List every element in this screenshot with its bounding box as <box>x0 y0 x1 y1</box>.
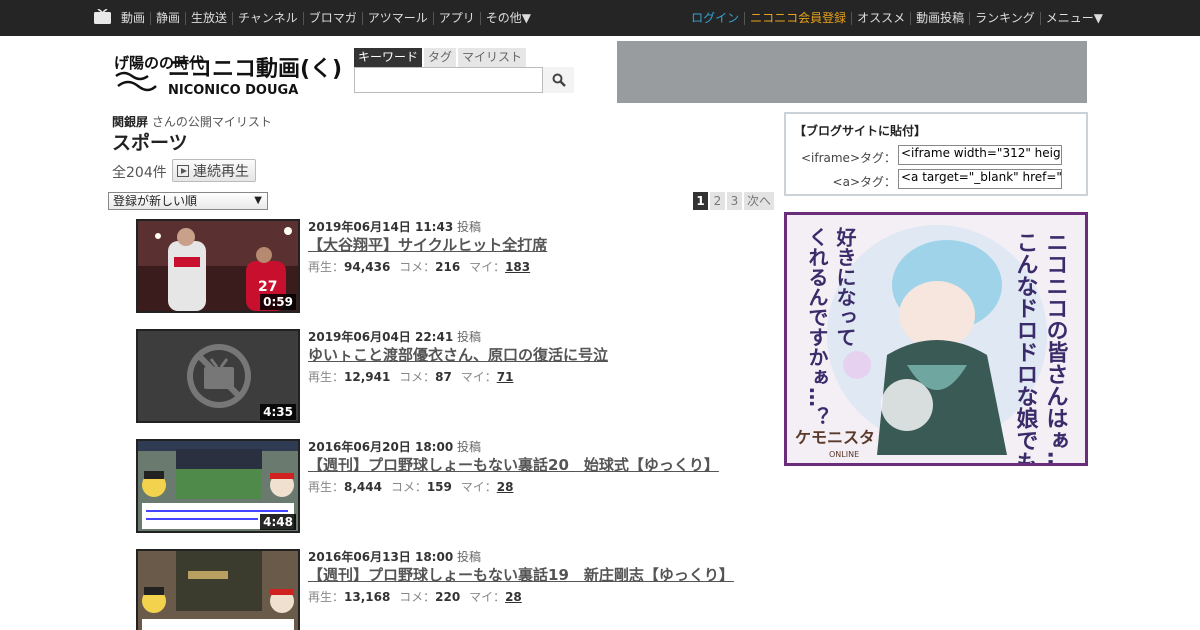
service-nav: 動画 静画 生放送 チャンネル ブロマガ アツマール アプリ その他▼ <box>116 0 536 36</box>
ad-copy-line4: くれるんですかぁ…？ <box>805 227 829 427</box>
video-meta: 2019年06月04日 22:41 投稿 ゆいㇳこと渡部優衣さん、原口の復活に号… <box>308 329 748 385</box>
search-tabs: キーワード タグ マイリスト <box>354 48 528 67</box>
search-box <box>354 67 574 93</box>
video-stats: 再生：13,168 コメ：220 マイ：28 <box>308 590 522 604</box>
video-title-link[interactable]: ゆいㇳこと渡部優衣さん、原口の復活に号泣 <box>308 346 748 365</box>
search-icon <box>552 73 566 87</box>
nav-blomaga[interactable]: ブロマガ <box>302 11 362 25</box>
nav-app[interactable]: アプリ <box>432 11 480 25</box>
site-logo[interactable]: げ陽のの時代 ニコニコ動画(く) NICONICO DOUGA <box>112 48 348 98</box>
register-link[interactable]: ニコニコ会員登録 <box>744 11 851 25</box>
nav-seiga[interactable]: 静画 <box>150 11 185 25</box>
nav-atsumaru[interactable]: アツマール <box>361 11 433 25</box>
owner-link[interactable]: 関銀屏 <box>112 115 148 129</box>
video-meta: 2019年06月14日 11:43 投稿 【大谷翔平】サイクルヒット全打席 再生… <box>308 219 748 275</box>
video-thumbnail[interactable]: 4:35 <box>136 329 300 423</box>
nav-ranking[interactable]: ランキング <box>969 11 1040 25</box>
mylist-count-link[interactable]: 183 <box>505 260 530 274</box>
global-nav-inner: 動画 静画 生放送 チャンネル ブロマガ アツマール アプリ その他▼ ログイン… <box>94 0 1108 36</box>
page-3[interactable]: 3 <box>727 192 742 210</box>
iframe-embed-field[interactable]: <iframe width="312" height="1 <box>898 145 1062 165</box>
a-embed-field[interactable]: <a target="_blank" href="https <box>898 169 1062 189</box>
video-title-link[interactable]: 【週刊】プロ野球しょーもない裏話19 新庄剛志【ゆっくり】 <box>308 566 748 585</box>
view-count: 94,436 <box>344 260 391 274</box>
sort-selected: 登録が新しい順 <box>113 194 198 208</box>
comment-count: 216 <box>435 260 461 274</box>
video-date: 2016年06月20日 18:00 投稿 <box>308 440 482 454</box>
logo-main-text: ニコニコ動画(く) <box>168 57 342 82</box>
continuous-play-label: 連続再生 <box>193 163 249 180</box>
video-duration: 4:48 <box>260 514 296 530</box>
svg-text:27: 27 <box>258 279 277 295</box>
mylist-count-link[interactable]: 28 <box>505 590 522 604</box>
page-1[interactable]: 1 <box>693 192 708 210</box>
page-next[interactable]: 次へ <box>744 192 775 210</box>
view-count: 8,444 <box>344 480 382 494</box>
video-duration: 4:35 <box>260 404 296 420</box>
ad-copy-line3: 好きになって <box>833 226 857 347</box>
game-ad-artwork: ニコニコの皆さんはぁ… こんなドロドロな娘でも… 好きになって くれるんですかぁ… <box>787 215 1085 463</box>
logo-sub-text: NICONICO DOUGA <box>168 83 298 98</box>
a-embed-label: <a>タグ： <box>832 175 896 189</box>
nav-others[interactable]: その他▼ <box>479 11 536 25</box>
view-count: 12,941 <box>344 370 391 384</box>
nav-recommend[interactable]: オススメ <box>851 11 910 25</box>
iframe-embed-label: <iframe>タグ： <box>800 151 896 165</box>
dropdown-arrow-icon: ▼ <box>254 195 262 206</box>
view-count: 13,168 <box>344 590 391 604</box>
mylist-count: 全204件 <box>112 165 167 181</box>
side-ad-banner[interactable]: ニコニコの皆さんはぁ… こんなドロドロな娘でも… 好きになって くれるんですかぁ… <box>784 212 1088 466</box>
nav-upload[interactable]: 動画投稿 <box>910 11 969 25</box>
nav-menu[interactable]: メニュー▼ <box>1039 11 1108 25</box>
comment-count: 87 <box>435 370 452 384</box>
login-link[interactable]: ログイン <box>686 11 744 25</box>
video-meta: 2016年06月20日 18:00 投稿 【週刊】プロ野球しょーもない裏話20 … <box>308 439 748 495</box>
niconico-tv-icon[interactable] <box>94 9 111 24</box>
video-date: 2016年06月13日 18:00 投稿 <box>308 550 482 564</box>
search-area: キーワード タグ マイリスト <box>354 48 574 93</box>
ad-brand: ケモニスタ <box>795 428 875 447</box>
video-stats: 再生：94,436 コメ：216 マイ：183 <box>308 260 531 274</box>
search-tab-tag[interactable]: タグ <box>424 48 457 67</box>
blog-embed-box: 【ブログサイトに貼付】 <iframe>タグ： <iframe width="3… <box>784 112 1088 196</box>
comment-count: 159 <box>426 480 452 494</box>
video-title-link[interactable]: 【週刊】プロ野球しょーもない裏話20 始球式【ゆっくり】 <box>308 456 748 475</box>
video-date: 2019年06月04日 22:41 投稿 <box>308 330 482 344</box>
comment-count: 220 <box>435 590 461 604</box>
niconico-douga-logo: げ陽のの時代 ニコニコ動画(く) NICONICO DOUGA <box>112 49 342 98</box>
ad-copy-line1: ニコニコの皆さんはぁ… <box>1043 231 1068 463</box>
ad-copy-line2: こんなドロドロな娘でも… <box>1013 231 1039 463</box>
video-meta: 2016年06月13日 18:00 投稿 【週刊】プロ野球しょーもない裏話19 … <box>308 549 748 605</box>
global-nav-bar: 動画 静画 生放送 チャンネル ブロマガ アツマール アプリ その他▼ ログイン… <box>0 0 1200 36</box>
mylist-count-link[interactable]: 71 <box>497 370 514 384</box>
nav-channel[interactable]: チャンネル <box>232 11 303 25</box>
search-tab-mylist[interactable]: マイリスト <box>458 48 527 67</box>
video-date: 2019年06月14日 11:43 投稿 <box>308 220 482 234</box>
nav-video[interactable]: 動画 <box>116 11 150 25</box>
mylist-title: スポーツ <box>112 132 188 154</box>
sort-select[interactable]: 登録が新しい順 ▼ <box>108 192 268 210</box>
page-2[interactable]: 2 <box>710 192 725 210</box>
video-duration: 0:59 <box>260 294 296 310</box>
owner-suffix: さんの公開マイリスト <box>148 115 272 129</box>
video-thumbnail[interactable]: 4:48 <box>136 439 300 533</box>
search-tab-keyword[interactable]: キーワード <box>354 48 423 67</box>
pagination: 1 2 3 次へ <box>693 192 775 210</box>
video-thumbnail[interactable] <box>136 549 300 630</box>
video-thumbnail[interactable]: 27 0:59 <box>136 219 300 313</box>
search-input[interactable] <box>355 68 542 92</box>
video-stats: 再生：8,444 コメ：159 マイ：28 <box>308 480 514 494</box>
mylist-count-link[interactable]: 28 <box>497 480 514 494</box>
blog-embed-title: 【ブログサイトに貼付】 <box>794 124 927 138</box>
account-nav: ログイン ニコニコ会員登録 オススメ 動画投稿 ランキング メニュー▼ <box>686 0 1108 36</box>
header-ad-banner[interactable] <box>617 41 1087 103</box>
continuous-play-button[interactable]: 連続再生 <box>172 159 256 182</box>
play-icon <box>177 164 189 177</box>
video-stats: 再生：12,941 コメ：87 マイ：71 <box>308 370 514 384</box>
search-button[interactable] <box>542 67 574 93</box>
ad-brand-sub: ONLINE <box>829 450 859 459</box>
nav-live[interactable]: 生放送 <box>185 11 232 25</box>
video-title-link[interactable]: 【大谷翔平】サイクルヒット全打席 <box>308 236 748 255</box>
yukkuri-thumbnail <box>138 551 298 630</box>
